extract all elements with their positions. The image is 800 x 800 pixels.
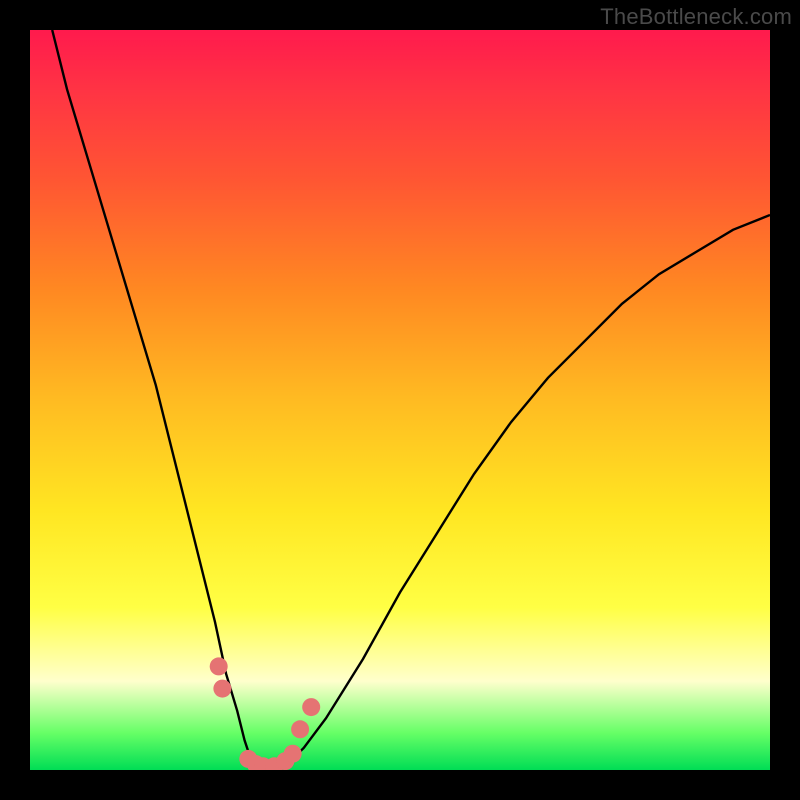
curve-marker (210, 657, 228, 675)
attribution-text: TheBottleneck.com (600, 4, 792, 30)
chart-frame: TheBottleneck.com (0, 0, 800, 800)
curve-marker (302, 698, 320, 716)
bottleneck-curve-svg (30, 30, 770, 770)
plot-area (30, 30, 770, 770)
bottleneck-curve (52, 30, 770, 770)
curve-marker (284, 745, 302, 763)
curve-marker (291, 720, 309, 738)
curve-marker (213, 680, 231, 698)
